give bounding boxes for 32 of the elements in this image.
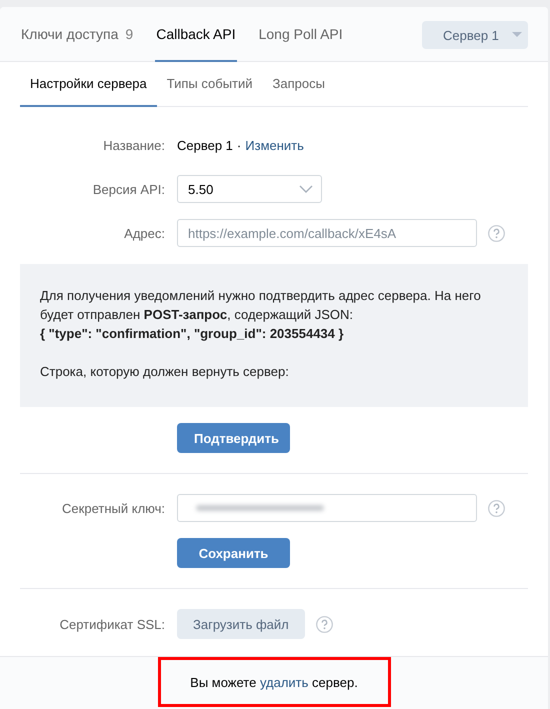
delete-link[interactable]: удалить — [260, 674, 308, 690]
field-label: Секретный ключ: — [61, 500, 165, 516]
help-icon[interactable] — [488, 500, 505, 516]
separator: · — [236, 138, 242, 152]
subtab[interactable]: Настройки сервера — [20, 62, 157, 107]
tab[interactable]: Ключи доступа 9 — [20, 7, 134, 62]
address-field[interactable]: https://example.com/callback/xE4sA — [177, 219, 477, 247]
edit-link[interactable]: Изменить — [245, 138, 304, 152]
tab-count: 9 — [125, 26, 134, 42]
subtab[interactable]: Запросы — [262, 62, 335, 107]
info-text: Для получения уведомлений нужно подтвердить адрес сервера. На него будет отправлен POST-запрос, содержащий JSON: — [40, 287, 482, 324]
delete-server-text: Вы можете удалить сервер. — [190, 674, 358, 690]
field-label: Сертификат SSL: — [58, 616, 165, 632]
field-label: Адрес: — [123, 226, 165, 240]
tab[interactable]: Long Poll API — [258, 7, 344, 62]
caret-icon — [512, 32, 522, 38]
field-label: Версия API: — [92, 182, 165, 196]
version-select[interactable]: 5.50 — [177, 175, 322, 203]
server-dropdown[interactable]: Сервер 1 — [422, 21, 528, 49]
confirm-button[interactable]: Подтвердить — [177, 423, 290, 453]
chevron-down-icon — [299, 185, 313, 193]
info-text: Строка, которую должен вернуть сервер: — [40, 363, 290, 381]
tab[interactable]: Callback API — [155, 7, 237, 62]
help-icon[interactable] — [316, 616, 333, 632]
field-label: Название: — [102, 138, 165, 152]
server-name: Сервер 1 — [177, 138, 233, 152]
subtab[interactable]: Типы событий — [156, 62, 263, 107]
upload-file-button[interactable]: Загрузить файл — [177, 609, 305, 639]
secret-key-field[interactable] — [177, 494, 477, 522]
json-example: { "type": "confirmation", "group_id": 203554434 } — [40, 325, 345, 343]
help-icon[interactable] — [488, 224, 505, 242]
save-button[interactable]: Сохранить — [177, 538, 290, 568]
